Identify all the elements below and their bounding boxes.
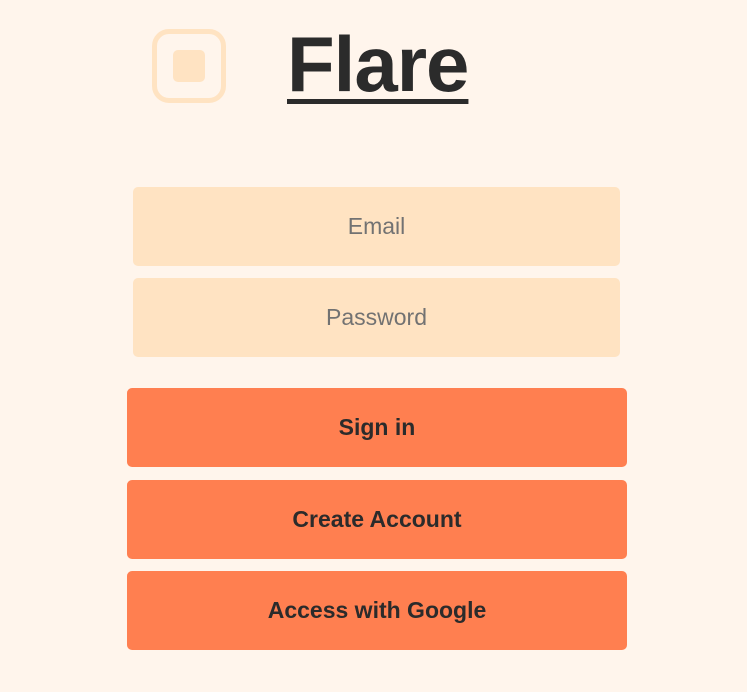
logo-icon [152,29,226,103]
password-field[interactable] [133,278,620,357]
sign-in-button[interactable]: Sign in [127,388,627,467]
google-signin-button[interactable]: Access with Google [127,571,627,650]
email-field[interactable] [133,187,620,266]
logo-icon-inner-square [173,50,205,82]
create-account-button[interactable]: Create Account [127,480,627,559]
brand-title[interactable]: Flare [287,18,469,110]
